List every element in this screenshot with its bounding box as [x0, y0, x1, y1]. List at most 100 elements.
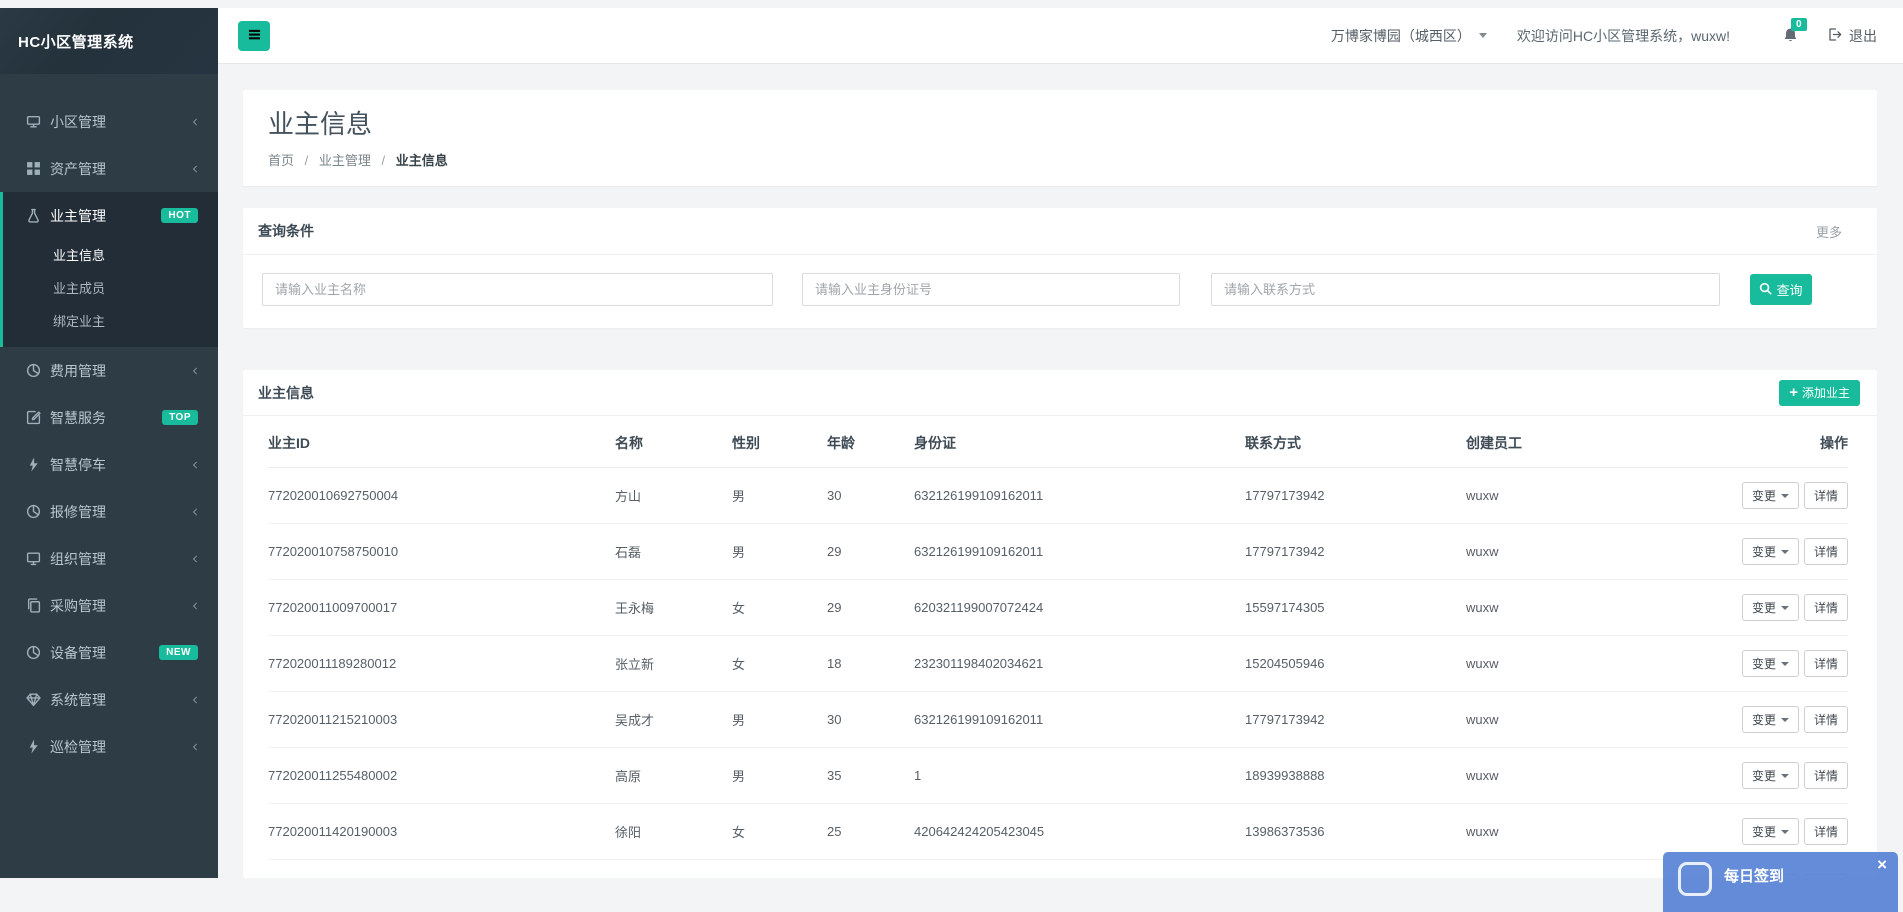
owner-name-input[interactable] — [262, 273, 773, 306]
cell-age: 29 — [827, 580, 914, 636]
chevron-left-icon — [190, 161, 200, 177]
sidebar-item-label: 资产管理 — [50, 159, 106, 179]
query-panel-title: 查询条件 — [258, 221, 314, 241]
sidebar-menu: 小区管理 资产管理 业主管理 HOT 业主信息 业主成员 绑定业主 费用管理 — [0, 98, 218, 770]
cell-idcard: 232301198402034621 — [914, 636, 1245, 692]
change-button[interactable]: 变更 — [1742, 650, 1799, 677]
cell-idcard — [914, 860, 1245, 879]
change-button[interactable]: 变更 — [1742, 762, 1799, 789]
bolt-icon — [25, 457, 41, 473]
copy-icon — [25, 598, 41, 614]
monitor-icon — [25, 551, 41, 567]
sidebar-item-community-mgmt[interactable]: 小区管理 — [0, 98, 218, 145]
cell-owner-id: 772020011009700017 — [268, 580, 615, 636]
more-link[interactable]: 更多 — [1816, 222, 1862, 241]
community-selector[interactable]: 万博家博园（城西区） — [1331, 26, 1487, 46]
cell-contact: 18939938888 — [1245, 748, 1466, 804]
page-title: 业主信息 — [268, 104, 1852, 141]
top-navbar: 万博家博园（城西区） 欢迎访问HC小区管理系统，wuxw! 0 退出 — [218, 8, 1903, 64]
sidebar-item-smart-service[interactable]: 智慧服务 TOP — [0, 394, 218, 441]
sidebar-item-fee-mgmt[interactable]: 费用管理 — [0, 347, 218, 394]
sidebar-item-purchase-mgmt[interactable]: 采购管理 — [0, 582, 218, 629]
detail-button[interactable]: 详情 — [1804, 538, 1848, 565]
change-label: 变更 — [1752, 713, 1776, 727]
detail-button[interactable]: 详情 — [1804, 650, 1848, 677]
cell-contact: 17797173942 — [1245, 468, 1466, 524]
sidebar-item-repair-mgmt[interactable]: 报修管理 — [0, 488, 218, 535]
cell-gender: 男 — [732, 748, 827, 804]
col-creator: 创建员工 — [1466, 416, 1716, 468]
logout-button[interactable]: 退出 — [1827, 26, 1877, 46]
logout-label: 退出 — [1849, 26, 1877, 46]
grid-icon — [25, 161, 41, 177]
detail-button[interactable]: 详情 — [1804, 594, 1848, 621]
table-row: 772020012070870040 胡德 男 30 13776644873 w… — [268, 860, 1848, 879]
pie-chart-icon — [25, 363, 41, 379]
add-owner-label: 添加业主 — [1802, 384, 1850, 401]
cell-idcard: 632126199109162011 — [914, 468, 1245, 524]
sidebar-item-label: 智慧服务 — [50, 408, 106, 428]
cell-idcard: 632126199109162011 — [914, 524, 1245, 580]
search-button[interactable]: 查询 — [1750, 274, 1812, 305]
sidebar-item-asset-mgmt[interactable]: 资产管理 — [0, 145, 218, 192]
chevron-left-icon — [190, 692, 200, 708]
gem-icon — [25, 692, 41, 708]
submenu-item-bind-owner[interactable]: 绑定业主 — [3, 305, 218, 338]
plus-icon: + — [1789, 385, 1798, 400]
hamburger-icon — [247, 28, 262, 44]
sidebar-item-org-mgmt[interactable]: 组织管理 — [0, 535, 218, 582]
top-badge: TOP — [162, 410, 198, 425]
sidebar-item-label: 报修管理 — [50, 502, 106, 522]
sidebar-item-owner-mgmt[interactable]: 业主管理 HOT — [3, 192, 218, 239]
welcome-text: 欢迎访问HC小区管理系统，wuxw! — [1517, 26, 1730, 46]
submenu-item-owner-members[interactable]: 业主成员 — [3, 272, 218, 305]
sidebar: HC小区管理系统 小区管理 资产管理 业主管理 HOT 业主信息 业主成员 绑定… — [0, 8, 218, 878]
cell-idcard: 632126199109162011 — [914, 692, 1245, 748]
cell-name: 吴成才 — [615, 692, 732, 748]
sidebar-item-smart-parking[interactable]: 智慧停车 — [0, 441, 218, 488]
edit-icon — [25, 410, 41, 426]
sidebar-item-system-mgmt[interactable]: 系统管理 — [0, 676, 218, 723]
owner-table-header: 业主信息 + 添加业主 — [243, 370, 1877, 416]
chevron-left-icon — [190, 739, 200, 755]
contact-input[interactable] — [1211, 273, 1720, 306]
sidebar-toggle-button[interactable] — [238, 21, 270, 51]
sidebar-item-inspection-mgmt[interactable]: 巡检管理 — [0, 723, 218, 770]
col-age: 年龄 — [827, 416, 914, 468]
detail-button[interactable]: 详情 — [1804, 818, 1848, 845]
cell-owner-id: 772020011420190003 — [268, 804, 615, 860]
change-label: 变更 — [1752, 825, 1776, 839]
table-row: 772020011215210003 吴成才 男 30 632126199109… — [268, 692, 1848, 748]
col-contact: 联系方式 — [1245, 416, 1466, 468]
daily-signin-label: 每日签到 — [1724, 865, 1784, 886]
cell-name: 高原 — [615, 748, 732, 804]
owner-idcard-input[interactable] — [802, 273, 1180, 306]
caret-down-icon — [1479, 33, 1487, 38]
col-actions: 操作 — [1716, 416, 1848, 468]
breadcrumb-parent-link[interactable]: 业主管理 — [319, 153, 371, 168]
sidebar-item-device-mgmt[interactable]: 设备管理 NEW — [0, 629, 218, 676]
table-row: 772020010758750010 石磊 男 29 6321261991091… — [268, 524, 1848, 580]
daily-signin-widget[interactable]: 每日签到 × — [1663, 852, 1898, 912]
detail-button[interactable]: 详情 — [1804, 706, 1848, 733]
table-row: 772020011255480002 高原 男 35 1 18939938888… — [268, 748, 1848, 804]
detail-button[interactable]: 详情 — [1804, 762, 1848, 789]
add-owner-button[interactable]: + 添加业主 — [1779, 380, 1860, 406]
change-button[interactable]: 变更 — [1742, 594, 1799, 621]
cell-age: 30 — [827, 860, 914, 879]
desktop-icon — [25, 114, 41, 130]
breadcrumb-home-link[interactable]: 首页 — [268, 153, 294, 168]
cell-name: 王永梅 — [615, 580, 732, 636]
cell-owner-id: 772020011189280012 — [268, 636, 615, 692]
change-button[interactable]: 变更 — [1742, 538, 1799, 565]
close-icon[interactable]: × — [1877, 856, 1887, 873]
change-button[interactable]: 变更 — [1742, 482, 1799, 509]
caret-down-icon — [1781, 550, 1789, 554]
query-panel: 查询条件 更多 查询 — [243, 208, 1877, 328]
change-button[interactable]: 变更 — [1742, 706, 1799, 733]
submenu-item-owner-info[interactable]: 业主信息 — [3, 239, 218, 272]
sidebar-item-label: 小区管理 — [50, 112, 106, 132]
notifications-button[interactable]: 0 — [1782, 27, 1799, 44]
change-button[interactable]: 变更 — [1742, 818, 1799, 845]
detail-button[interactable]: 详情 — [1804, 482, 1848, 509]
